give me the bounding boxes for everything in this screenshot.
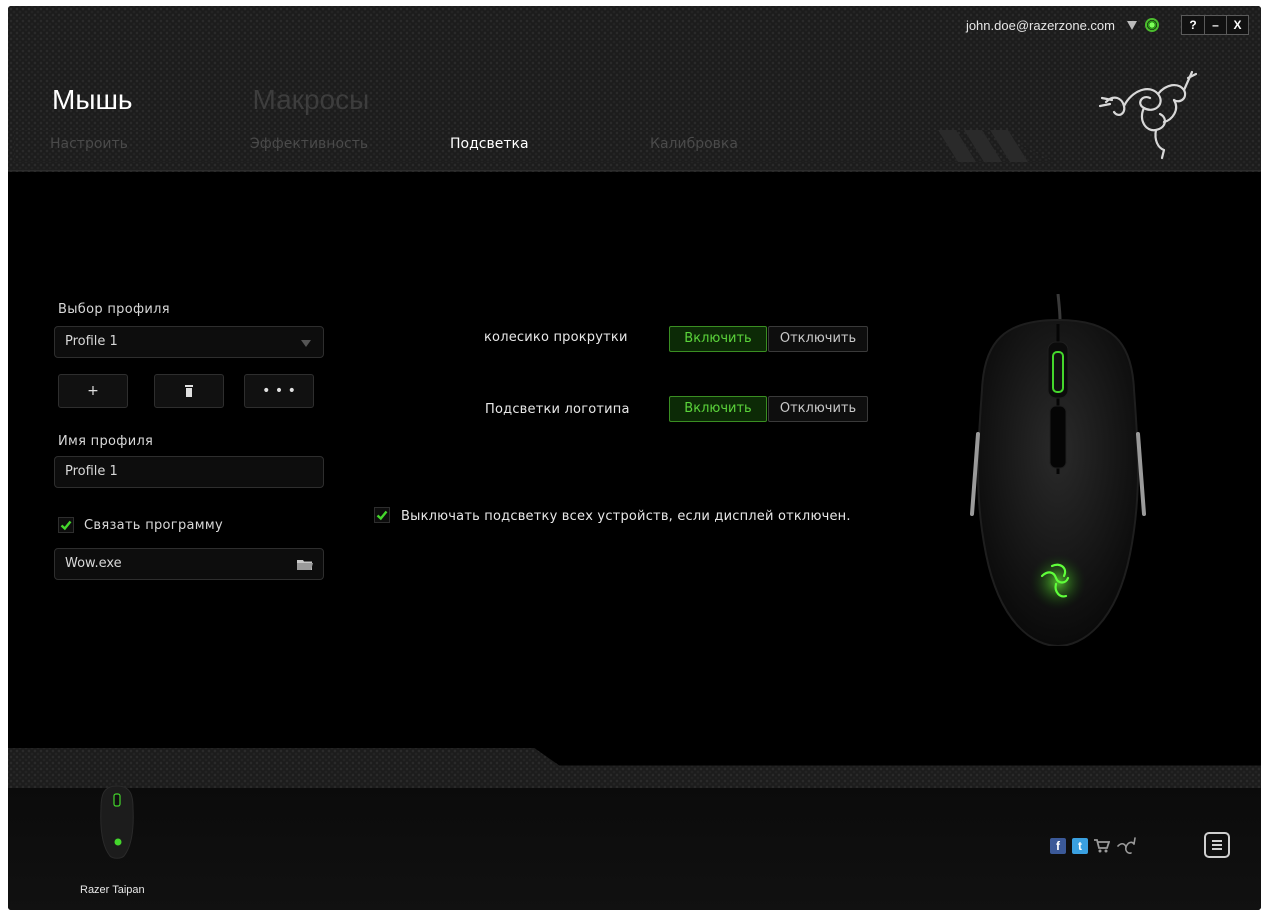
help-button[interactable]: ?	[1182, 16, 1204, 34]
minimize-button[interactable]: –	[1204, 16, 1226, 34]
header: john.doe@razerzone.com ? – X Мышь Макрос…	[8, 6, 1261, 172]
tab-macros[interactable]: Макросы	[253, 84, 370, 116]
menu-icon[interactable]	[1204, 832, 1230, 858]
decorative-stripes	[938, 130, 1028, 162]
account-dropdown-icon[interactable]	[1127, 20, 1137, 30]
add-profile-button[interactable]: +	[58, 374, 128, 408]
more-options-button[interactable]: • • •	[244, 374, 314, 408]
folder-icon[interactable]	[297, 559, 313, 571]
scroll-wheel-on-button[interactable]: Включить	[669, 326, 767, 352]
subtab-customize[interactable]: Настроить	[50, 136, 250, 152]
logo-lighting-on-button[interactable]: Включить	[669, 396, 767, 422]
subtab-lighting[interactable]: Подсветка	[450, 136, 650, 152]
display-off-checkbox[interactable]	[374, 507, 390, 523]
mouse-preview-image	[970, 294, 1146, 646]
logo-lighting-label: Подсветки логотипа	[485, 402, 630, 417]
logo-lighting-off-button[interactable]: Отключить	[768, 396, 868, 422]
profile-dropdown[interactable]: Profile 1	[54, 326, 324, 358]
close-button[interactable]: X	[1226, 16, 1248, 34]
display-off-label: Выключать подсветку всех устройств, если…	[401, 509, 851, 524]
chevron-down-icon	[301, 340, 311, 347]
profile-dropdown-value: Profile 1	[65, 334, 118, 349]
scroll-wheel-off-button[interactable]: Отключить	[768, 326, 868, 352]
sub-nav: Настроить Эффективность Подсветка Калибр…	[8, 130, 1261, 162]
account-email[interactable]: john.doe@razerzone.com	[966, 18, 1115, 33]
profile-name-input[interactable]: Profile 1	[54, 456, 324, 488]
razer-logo-icon[interactable]	[1116, 836, 1136, 856]
twitter-icon[interactable]: t	[1072, 838, 1088, 854]
delete-profile-button[interactable]	[154, 374, 224, 408]
profile-name-label: Имя профиля	[58, 434, 154, 449]
razer-synapse-window: john.doe@razerzone.com ? – X Мышь Макрос…	[8, 6, 1261, 910]
subtab-calibration[interactable]: Калибровка	[650, 136, 850, 152]
program-path-input[interactable]: Wow.exe	[54, 548, 324, 580]
device-thumbnail[interactable]	[98, 784, 136, 860]
program-path-value: Wow.exe	[65, 556, 122, 571]
subtab-performance[interactable]: Эффективность	[250, 136, 450, 152]
tab-mouse[interactable]: Мышь	[52, 84, 133, 116]
cart-icon[interactable]	[1094, 839, 1110, 853]
top-bar: john.doe@razerzone.com ? – X	[966, 14, 1249, 36]
scroll-wheel-label: колесико прокрутки	[484, 330, 628, 345]
link-program-checkbox[interactable]	[58, 517, 74, 533]
link-program-label: Связать программу	[84, 518, 223, 533]
window-controls: ? – X	[1181, 15, 1249, 35]
online-status-icon	[1145, 18, 1159, 32]
sub-nav-items: Настроить Эффективность Подсветка Калибр…	[50, 136, 850, 152]
main-nav: Мышь Макросы	[52, 84, 369, 116]
divider	[8, 170, 1261, 171]
profile-select-label: Выбор профиля	[58, 302, 170, 317]
facebook-icon[interactable]: f	[1050, 838, 1066, 854]
trash-icon	[185, 385, 193, 397]
device-name: Razer Taipan	[80, 884, 145, 896]
